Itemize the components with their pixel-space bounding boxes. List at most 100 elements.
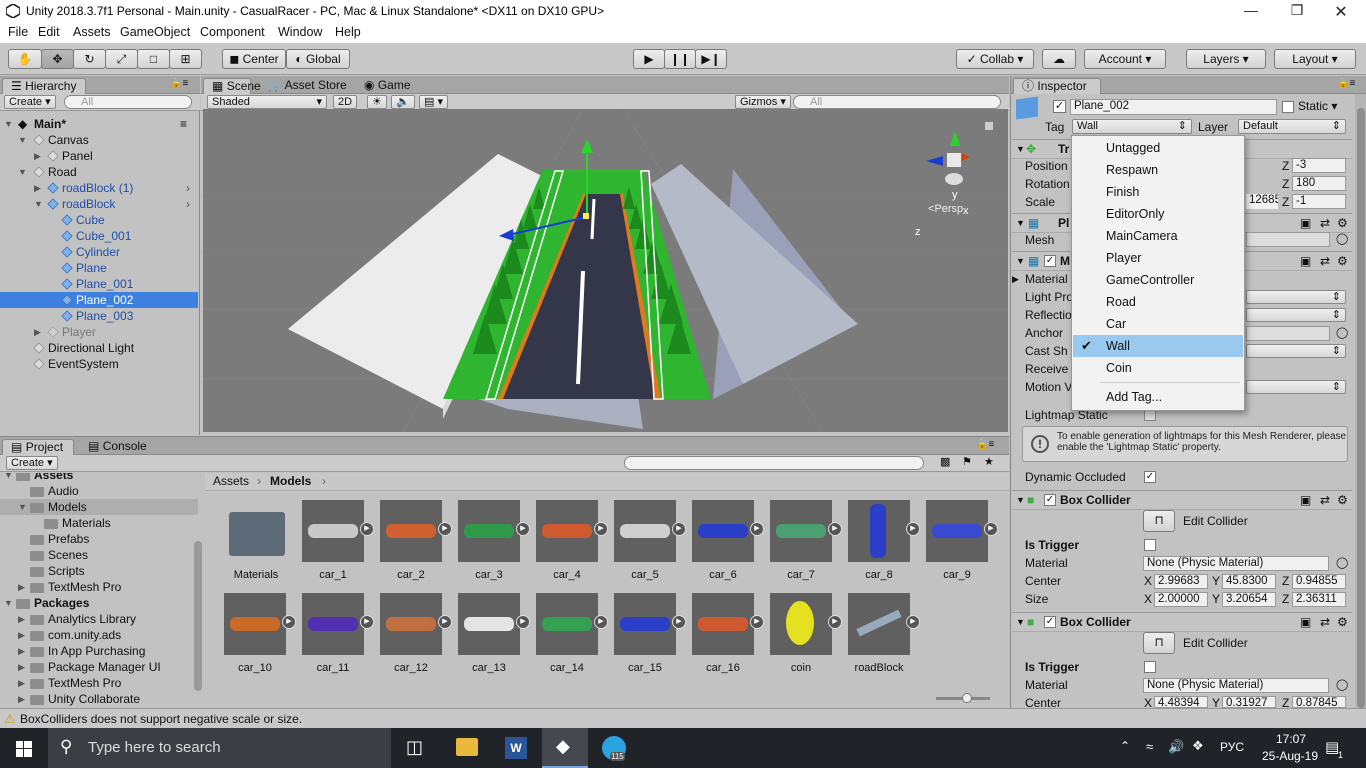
filter-type-icon[interactable]: ▩: [940, 455, 950, 468]
asset-car-8[interactable]: ▶ car_8: [846, 500, 920, 582]
center-x-field[interactable]: 4.48394: [1154, 696, 1208, 708]
unity-taskbar-button[interactable]: ◆: [542, 728, 588, 768]
lock-icon[interactable]: 🔒≡: [1337, 78, 1355, 89]
is-trigger-checkbox[interactable]: [1144, 661, 1156, 673]
static-checkbox[interactable]: [1282, 101, 1294, 113]
expand-arrow-icon[interactable]: ▼: [18, 499, 27, 515]
play-preview-icon[interactable]: ▶: [594, 522, 608, 536]
label-icon[interactable]: ⚑: [962, 455, 972, 468]
play-preview-icon[interactable]: ▶: [672, 615, 686, 629]
play-preview-icon[interactable]: ▶: [828, 522, 842, 536]
help-icon[interactable]: ▣: [1300, 613, 1311, 632]
asset-car-12[interactable]: ▶ car_12: [378, 593, 452, 675]
play-preview-icon[interactable]: ▶: [828, 615, 842, 629]
center-y-field[interactable]: 45.8300: [1222, 574, 1276, 589]
tab-console[interactable]: ▤ Console: [80, 439, 155, 455]
expand-arrow-icon[interactable]: ▼: [4, 116, 13, 132]
restore-icon[interactable]: ❐: [1274, 2, 1320, 19]
asset-car-7[interactable]: ▶ car_7: [768, 500, 842, 582]
play-preview-icon[interactable]: ▶: [516, 522, 530, 536]
gear-icon[interactable]: ⚙: [1337, 491, 1348, 510]
center-z-field[interactable]: 0.87845: [1292, 696, 1346, 708]
collapse-arrow-icon[interactable]: ▶: [18, 675, 25, 691]
physic-material-field[interactable]: None (Physic Material): [1143, 556, 1329, 571]
collapse-arrow-icon[interactable]: ▶: [18, 627, 25, 643]
dynamic-occluded-checkbox[interactable]: ✓: [1144, 471, 1156, 483]
hierarchy-item-plane-003[interactable]: Plane_003: [0, 308, 198, 324]
play-preview-icon[interactable]: ▶: [672, 522, 686, 536]
collapse-arrow-icon[interactable]: ▶: [34, 180, 41, 196]
language-indicator[interactable]: РУС: [1220, 740, 1244, 754]
2d-toggle-button[interactable]: 2D: [333, 95, 358, 109]
collapse-arrow-icon[interactable]: ▶: [34, 148, 41, 164]
hierarchy-search-input[interactable]: All: [64, 95, 192, 109]
expand-arrow-icon[interactable]: ▼: [34, 196, 43, 212]
tab-inspector[interactable]: ⓘ Inspector: [1013, 78, 1101, 94]
asset-car-1[interactable]: ▶ car_1: [300, 500, 374, 582]
asset-car-3[interactable]: ▶ car_3: [456, 500, 530, 582]
expand-arrow-icon[interactable]: ▼: [18, 132, 27, 148]
gizmos-dropdown[interactable]: Gizmos ▾: [735, 95, 791, 109]
tree-iap[interactable]: ▶ In App Purchasing: [0, 643, 198, 659]
effects-dropdown[interactable]: ▤ ▾: [419, 95, 448, 109]
volume-icon[interactable]: 🔊: [1168, 739, 1184, 755]
center-x-field[interactable]: 2.99683: [1154, 574, 1208, 589]
tree-unity-ads[interactable]: ▶ com.unity.ads: [0, 627, 198, 643]
tree-textmesh-pro[interactable]: ▶ TextMesh Pro: [0, 579, 198, 595]
reflection-probes-dropdown[interactable]: ⇕: [1246, 308, 1346, 322]
scale-y-field[interactable]: 12685: [1246, 194, 1278, 209]
play-preview-icon[interactable]: ▶: [750, 615, 764, 629]
scene-search-input[interactable]: All: [793, 95, 1001, 109]
tree-prefabs[interactable]: Prefabs: [0, 531, 198, 547]
tree-scenes[interactable]: Scenes: [0, 547, 198, 563]
play-preview-icon[interactable]: ▶: [906, 522, 920, 536]
expand-arrow-icon[interactable]: ▼: [1016, 252, 1025, 271]
tag-option-coin[interactable]: Coin: [1073, 357, 1243, 379]
asset-car-4[interactable]: ▶ car_4: [534, 500, 608, 582]
rect-tool-button[interactable]: □: [137, 49, 170, 69]
tree-assets[interactable]: ▼ Assets: [0, 473, 198, 483]
asset-car-2[interactable]: ▶ car_2: [378, 500, 452, 582]
play-preview-icon[interactable]: ▶: [516, 615, 530, 629]
active-checkbox[interactable]: ✓: [1053, 100, 1066, 113]
asset-car-9[interactable]: ▶ car_9: [924, 500, 998, 582]
collapse-arrow-icon[interactable]: ▶: [18, 611, 25, 627]
dropbox-icon[interactable]: ❖: [1192, 738, 1204, 754]
collapse-arrow-icon[interactable]: ▶: [18, 659, 25, 675]
tag-option-untagged[interactable]: Untagged: [1073, 137, 1243, 159]
collapse-arrow-icon[interactable]: ▶: [1012, 270, 1019, 288]
gear-icon[interactable]: ⚙: [1337, 252, 1348, 271]
box-collider-1-header[interactable]: ▼ ■ ✓ Box Collider ▣ ⇄ ⚙: [1012, 490, 1352, 510]
tag-option-finish[interactable]: Finish: [1073, 181, 1243, 203]
menu-window[interactable]: Window: [278, 25, 322, 39]
light-probes-dropdown[interactable]: ⇕: [1246, 290, 1346, 304]
hierarchy-item-cylinder[interactable]: Cylinder: [0, 244, 198, 260]
gear-icon[interactable]: ⚙: [1337, 613, 1348, 632]
asset-car-16[interactable]: ▶ car_16: [690, 593, 764, 675]
inspector-scrollbar[interactable]: [1355, 94, 1366, 708]
box-collider-2-header[interactable]: ▼ ■ ✓ Box Collider ▣ ⇄ ⚙: [1012, 612, 1352, 632]
tag-option-editoronly[interactable]: EditorOnly: [1073, 203, 1243, 225]
preset-icon[interactable]: ⇄: [1320, 252, 1330, 271]
asset-coin[interactable]: ▶ coin: [768, 593, 842, 675]
status-message[interactable]: BoxColliders does not support negative s…: [20, 712, 302, 726]
tab-project[interactable]: ▤ Project: [2, 439, 74, 455]
scene-menu-icon[interactable]: ≡: [180, 116, 187, 132]
tab-hierarchy[interactable]: ☰ Hierarchy: [2, 78, 86, 94]
asset-car-10[interactable]: ▶ car_10: [222, 593, 296, 675]
task-view-icon[interactable]: ◫: [406, 737, 423, 758]
enabled-checkbox[interactable]: ✓: [1044, 616, 1056, 628]
asset-car-13[interactable]: ▶ car_13: [456, 593, 530, 675]
lock-icon[interactable]: 🔒≡: [976, 439, 994, 450]
object-picker-icon[interactable]: ◯: [1336, 556, 1348, 569]
tree-scrollbar[interactable]: [194, 541, 202, 691]
hand-tool-button[interactable]: ✋: [8, 49, 42, 69]
hierarchy-item-roadblock[interactable]: ▼ roadBlock ›: [0, 196, 198, 212]
asset-car-15[interactable]: ▶ car_15: [612, 593, 686, 675]
scene-viewport[interactable]: [203, 109, 1008, 432]
file-explorer-icon[interactable]: [456, 738, 478, 756]
expand-arrow-icon[interactable]: ▼: [1016, 491, 1025, 510]
cloud-button[interactable]: ☁: [1042, 49, 1076, 69]
size-y-field[interactable]: 3.20654: [1222, 592, 1276, 607]
asset-car-5[interactable]: ▶ car_5: [612, 500, 686, 582]
